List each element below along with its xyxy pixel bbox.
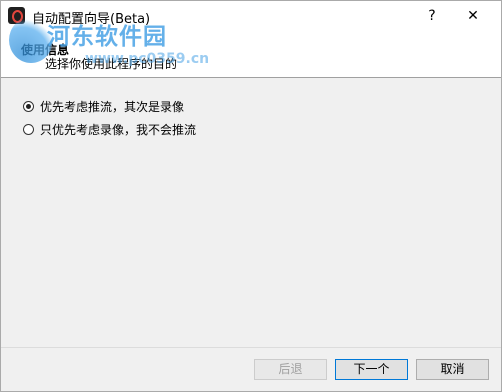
back-button[interactable]: 后退 <box>254 359 327 380</box>
app-icon <box>8 7 25 24</box>
wizard-window: 自动配置向导(Beta) ? ✕ 使用信息 选择你使用此程序的目的 河东软件园 … <box>0 0 502 392</box>
option-label: 优先考虑推流，其次是录像 <box>40 99 185 114</box>
next-button[interactable]: 下一个 <box>335 359 408 380</box>
page-subtitle: 选择你使用此程序的目的 <box>45 57 178 71</box>
option-stream-first[interactable]: 优先考虑推流，其次是录像 <box>23 97 184 115</box>
help-button[interactable]: ? <box>419 4 445 28</box>
option-label: 只优先考虑录像，我不会推流 <box>40 122 197 137</box>
window-title: 自动配置向导(Beta) <box>32 12 151 27</box>
footer-divider <box>1 347 501 348</box>
close-button[interactable]: ✕ <box>458 4 488 28</box>
option-record-only[interactable]: 只优先考虑录像，我不会推流 <box>23 120 196 138</box>
title-bar: 自动配置向导(Beta) ? ✕ <box>1 1 501 31</box>
radio-button[interactable] <box>23 100 34 112</box>
header-banner: 使用信息 选择你使用此程序的目的 <box>1 31 501 78</box>
cancel-button[interactable]: 取消 <box>416 359 489 380</box>
radio-button[interactable] <box>23 123 34 135</box>
